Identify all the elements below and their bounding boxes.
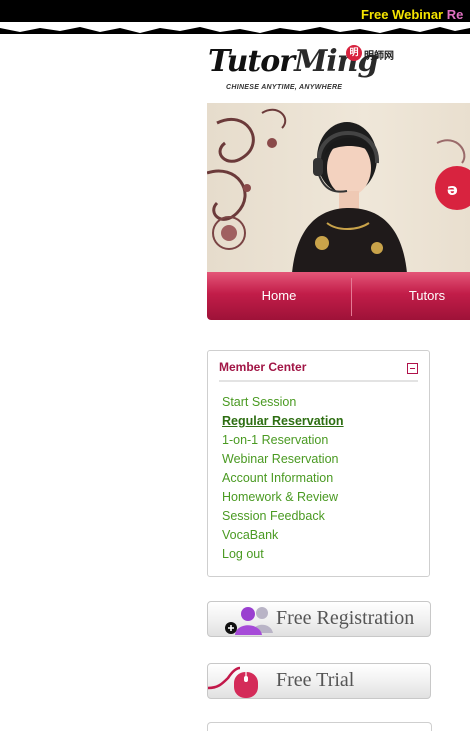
next-panel-edge [207, 722, 432, 731]
free-trial-button[interactable]: Free Trial [207, 663, 431, 699]
hero-banner: ə [207, 103, 470, 273]
link-homework-review[interactable]: Homework & Review [222, 488, 344, 507]
banner-illustration: ə [207, 108, 470, 273]
logo-name-left: Tutor [208, 44, 295, 79]
nav-home[interactable]: Home [207, 272, 351, 320]
promo-trail: Re [446, 7, 464, 22]
logo-tagline: CHINESE ANYTIME, ANYWHERE [226, 84, 343, 91]
add-user-icon [225, 607, 273, 635]
link-webinar-reservation[interactable]: Webinar Reservation [222, 450, 344, 469]
logo-badge-icon: 明 [346, 45, 362, 61]
mouse-icon [208, 666, 258, 698]
member-center-panel: Member Center Start Session Regular Rese… [207, 350, 430, 577]
tutorming-logo[interactable]: TutorMing CHINESE ANYTIME, ANYWHERE 明 明師… [208, 40, 398, 98]
member-links: Start Session Regular Reservation 1-on-1… [222, 393, 344, 564]
main-nav: Home Tutors [207, 272, 470, 320]
promo-highlight: Free Webinar [361, 7, 444, 22]
member-center-title: Member Center [219, 360, 307, 374]
link-session-feedback[interactable]: Session Feedback [222, 507, 344, 526]
link-start-session[interactable]: Start Session [222, 393, 344, 412]
free-trial-label: Free Trial [276, 669, 355, 691]
link-1on1-reservation[interactable]: 1-on-1 Reservation [222, 431, 344, 450]
promo-text[interactable]: Free Webinar Re [361, 7, 463, 22]
nav-tutors[interactable]: Tutors [352, 272, 470, 320]
link-vocabank[interactable]: VocaBank [222, 526, 344, 545]
link-log-out[interactable]: Log out [222, 545, 344, 564]
free-registration-button[interactable]: Free Registration [207, 601, 431, 637]
link-regular-reservation[interactable]: Regular Reservation [222, 412, 344, 431]
member-center-header: Member Center [219, 360, 418, 382]
torn-edge [0, 22, 470, 33]
top-promo-bar: Free Webinar Re [0, 0, 470, 34]
logo-chinese-name: 明師网 [364, 51, 394, 62]
collapse-icon[interactable] [407, 363, 418, 374]
link-account-information[interactable]: Account Information [222, 469, 344, 488]
svg-text:ə: ə [447, 180, 458, 199]
free-registration-label: Free Registration [276, 607, 415, 629]
